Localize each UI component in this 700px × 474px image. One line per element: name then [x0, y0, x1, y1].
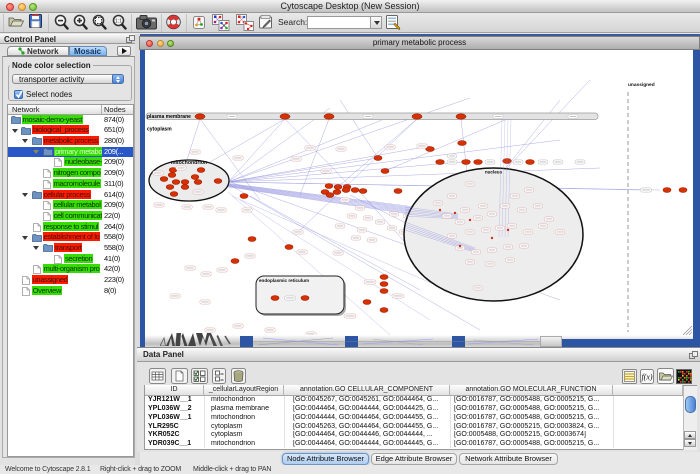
svg-text:endoplasmic reticulum: endoplasmic reticulum — [259, 278, 309, 283]
svg-text:plasma membrane: plasma membrane — [147, 114, 191, 120]
svg-text:cytoplasm: cytoplasm — [147, 127, 172, 133]
svg-text:mitochondrion: mitochondrion — [171, 160, 207, 166]
svg-text:unassigned: unassigned — [628, 82, 655, 88]
svg-text:f(x): f(x) — [641, 373, 652, 382]
svg-text:nucleus: nucleus — [485, 170, 503, 175]
svg-text:1:1: 1:1 — [115, 19, 122, 25]
